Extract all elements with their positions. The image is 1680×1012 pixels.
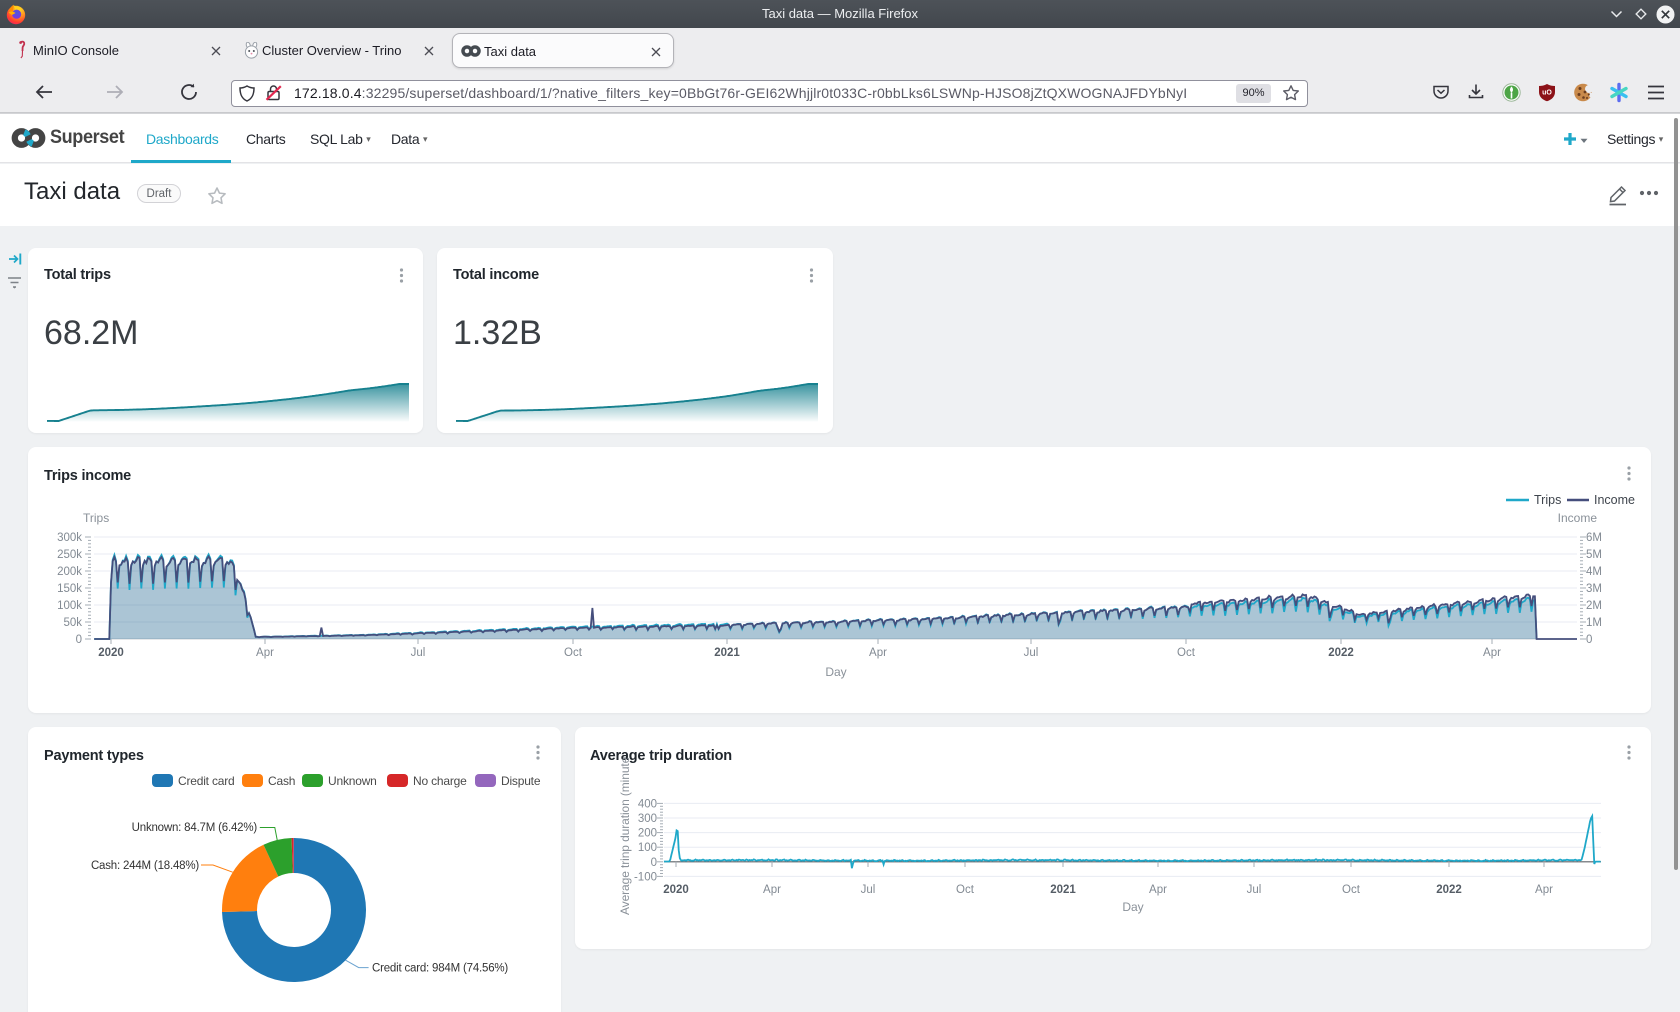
svg-text:uO: uO — [1542, 90, 1552, 97]
